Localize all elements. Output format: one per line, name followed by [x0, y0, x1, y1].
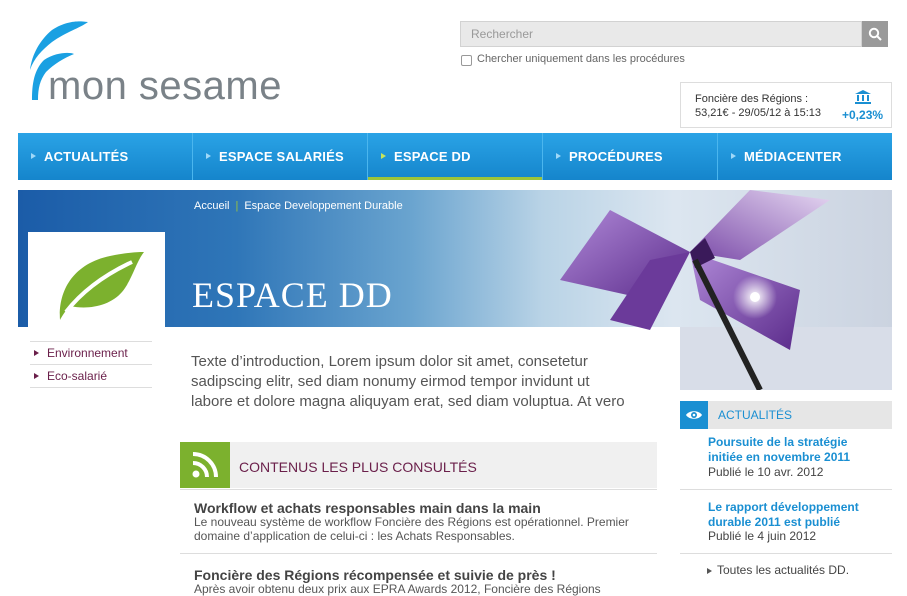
nav-label: PROCÉDURES [569, 149, 663, 164]
procedures-only-checkbox[interactable] [461, 55, 472, 66]
divider [680, 489, 892, 490]
stock-name: Foncière des Régions : [695, 93, 809, 105]
news-link[interactable]: Le rapport développement durable 2011 es… [708, 500, 878, 530]
all-news-label: Toutes les actualités DD. [717, 563, 850, 577]
brand-name[interactable]: mon sesame [48, 64, 282, 109]
search-box[interactable] [460, 21, 862, 47]
leaf-icon [59, 252, 144, 320]
nav-label: MÉDIACENTER [744, 149, 842, 164]
intro-text: Texte d’introduction, Lorem ipsum dolor … [191, 353, 625, 410]
arrow-right-icon [381, 153, 386, 159]
nav-label: ESPACE DD [394, 149, 471, 164]
bank-icon [855, 90, 871, 104]
breadcrumb: Accueil | Espace Developpement Durable [194, 200, 403, 212]
sidebar-item-label: Environnement [47, 346, 128, 360]
nav-item-espace-salaries[interactable]: ESPACE SALARIÉS [192, 133, 367, 180]
search-button[interactable] [862, 21, 888, 47]
stock-value: 53,21€ - 29/05/12 à 15:13 [695, 107, 821, 119]
news-date: Publié le 4 juin 2012 [708, 529, 817, 543]
nav-item-mediacenter[interactable]: MÉDIACENTER [717, 133, 892, 180]
nav-item-actualites[interactable]: ACTUALITÉS [18, 133, 192, 180]
news-date: Publié le 10 avr. 2012 [708, 465, 824, 479]
divider [180, 553, 657, 554]
arrow-right-icon [707, 567, 712, 574]
sidebar-item-label: Eco-salarié [47, 369, 108, 383]
arrow-right-icon [206, 153, 211, 159]
article-title[interactable]: Workflow et achats responsables main dan… [194, 500, 541, 516]
news-title: ACTUALITÉS [718, 408, 793, 422]
sidebar-item-eco-salarie[interactable]: Eco-salarié [30, 364, 152, 388]
arrow-right-icon [34, 373, 39, 379]
arrow-right-icon [34, 350, 39, 356]
article-desc: Après avoir obtenu deux prix aux EPRA Aw… [194, 582, 601, 596]
most-consulted-title: CONTENUS LES PLUS CONSULTÉS [239, 459, 477, 475]
nav-label: ACTUALITÉS [44, 149, 129, 164]
eye-icon-box [680, 401, 708, 429]
nav-item-espace-dd[interactable]: ESPACE DD [367, 133, 542, 180]
arrow-right-icon [556, 153, 561, 159]
procedures-only-label: Chercher uniquement dans les procédures [477, 53, 685, 65]
article-title[interactable]: Foncière des Régions récompensée et suiv… [194, 567, 556, 583]
news-link[interactable]: Poursuite de la stratégie initiée en nov… [708, 435, 878, 465]
search-input[interactable] [461, 22, 861, 46]
section-logo-box [28, 232, 165, 328]
all-news-link[interactable]: Toutes les actualités DD. [707, 563, 849, 577]
nav-label: ESPACE SALARIÉS [219, 149, 344, 164]
sidebar-nav: Environnement Eco-salarié [30, 341, 152, 388]
rss-icon [192, 452, 218, 478]
breadcrumb-current: Espace Developpement Durable [244, 200, 403, 212]
nav-item-procedures[interactable]: PROCÉDURES [542, 133, 717, 180]
arrow-right-icon [31, 153, 36, 159]
arrow-right-icon [731, 153, 736, 159]
stock-change: +0,23% [842, 108, 884, 122]
divider [180, 489, 657, 490]
article-desc: Le nouveau système de workflow Foncière … [194, 515, 629, 543]
main-nav: ACTUALITÉS ESPACE SALARIÉS ESPACE DD PRO… [18, 133, 892, 180]
eye-icon [686, 411, 702, 419]
rss-icon-box [180, 442, 230, 488]
sidebar-item-environnement[interactable]: Environnement [30, 341, 152, 364]
page-title: ESPACE DD [192, 275, 393, 315]
search-icon [868, 27, 882, 41]
divider [680, 553, 892, 554]
breadcrumb-home[interactable]: Accueil [194, 200, 229, 212]
breadcrumb-separator: | [235, 200, 239, 212]
